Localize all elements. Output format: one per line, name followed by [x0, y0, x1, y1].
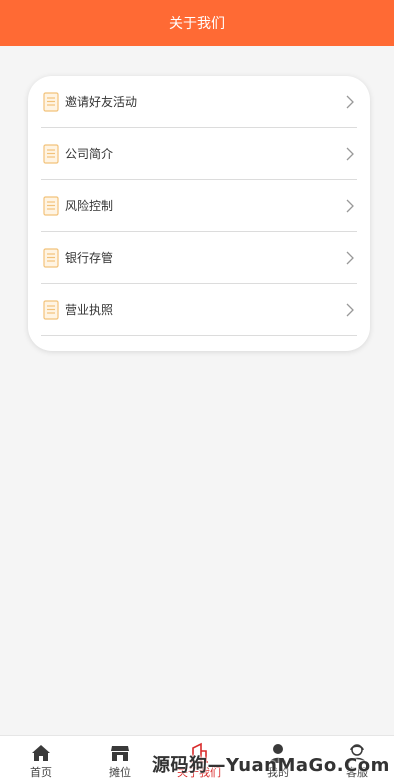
chevron-right-icon — [346, 147, 354, 160]
home-icon — [32, 745, 50, 761]
watermark-text: 源码狗—YuanMaGo.Com — [152, 755, 390, 776]
document-icon — [43, 247, 59, 268]
tab-label: 摊位 — [109, 766, 131, 779]
app-header: 关于我们 — [0, 0, 394, 46]
tab-label: 首页 — [30, 766, 52, 779]
menu-card: 邀请好友活动 公司简介 风险控制 银行存管 营业执照 — [28, 76, 370, 351]
chevron-right-icon — [346, 95, 354, 108]
document-icon — [43, 143, 59, 164]
menu-item-company-profile[interactable]: 公司简介 — [41, 128, 357, 180]
page-title: 关于我们 — [169, 16, 225, 32]
menu-item-invite-friends[interactable]: 邀请好友活动 — [41, 76, 357, 128]
chevron-right-icon — [346, 251, 354, 264]
document-icon — [43, 91, 59, 112]
document-icon — [43, 195, 59, 216]
chevron-right-icon — [346, 199, 354, 212]
menu-item-label: 风险控制 — [65, 199, 114, 213]
menu-item-risk-control[interactable]: 风险控制 — [41, 180, 357, 232]
document-icon — [43, 299, 59, 320]
menu-item-label: 银行存管 — [65, 251, 114, 265]
menu-item-label: 公司简介 — [65, 147, 114, 161]
menu-item-label: 营业执照 — [65, 303, 114, 317]
menu-item-label: 邀请好友活动 — [65, 95, 138, 109]
tab-stall[interactable]: 摊位 — [81, 736, 159, 784]
menu-item-business-license[interactable]: 营业执照 — [41, 284, 357, 336]
chevron-right-icon — [346, 303, 354, 316]
shop-icon — [111, 746, 129, 761]
menu-item-bank-custody[interactable]: 银行存管 — [41, 232, 357, 284]
tab-home[interactable]: 首页 — [2, 736, 80, 784]
